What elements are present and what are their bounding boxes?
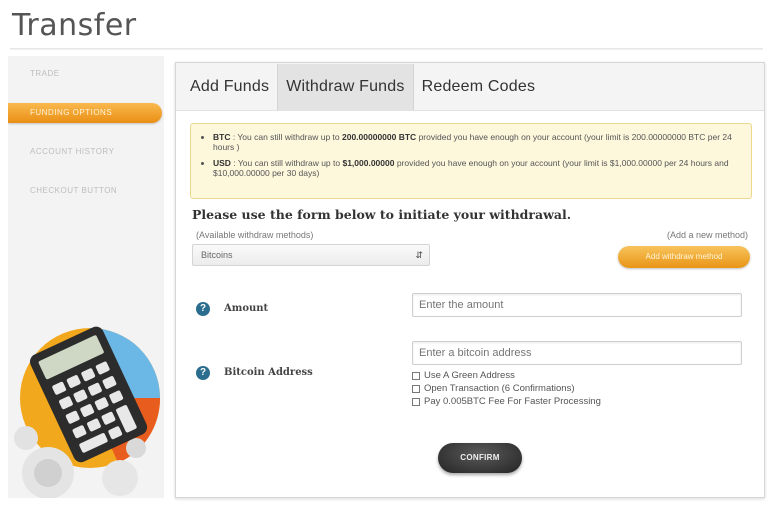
calculator-illustration [14,326,161,498]
select-arrows-icon: ⇵ [415,250,423,260]
amount-input[interactable] [412,293,742,317]
bitcoin-address-input[interactable] [412,341,742,365]
faster-processing-label: Pay 0.005BTC Fee For Faster Processing [424,396,601,407]
bitcoin-address-label: Bitcoin Address [224,367,313,378]
form-heading: Please use the form below to initiate yo… [192,207,572,222]
add-withdraw-method-button[interactable]: Add withdraw method [618,246,750,268]
title-divider [10,48,763,50]
tab-add-funds[interactable]: Add Funds [182,64,277,110]
open-transaction-label: Open Transaction (6 Confirmations) [424,383,575,394]
open-transaction-option[interactable]: Open Transaction (6 Confirmations) [412,383,574,394]
btc-limit-item: BTC : You can still withdraw up to 200.0… [213,132,741,152]
usd-limit-item: USD : You can still withdraw up to $1,00… [213,158,741,178]
sidebar-item-funding-options[interactable]: FUNDING OPTIONS [8,103,162,123]
tab-redeem-codes[interactable]: Redeem Codes [414,64,544,110]
method-select-value: Bitcoins [201,250,233,260]
tab-bar: Add Funds Withdraw Funds Redeem Codes [176,63,764,111]
withdraw-panel: Add Funds Withdraw Funds Redeem Codes BT… [175,62,765,498]
amount-help-icon[interactable]: ? [196,302,210,316]
page-title: Transfer [12,8,137,43]
faster-processing-checkbox[interactable] [412,397,420,406]
green-address-option[interactable]: Use A Green Address [412,370,515,381]
sidebar-item-checkout-button[interactable]: CHECKOUT BUTTON [8,181,164,201]
methods-label: (Available withdraw methods) [196,230,314,240]
sidebar: TRADE FUNDING OPTIONS ACCOUNT HISTORY CH… [8,56,164,498]
sidebar-item-account-history[interactable]: ACCOUNT HISTORY [8,142,164,162]
green-address-label: Use A Green Address [424,370,515,381]
withdraw-limit-notice: BTC : You can still withdraw up to 200.0… [190,123,752,199]
green-address-checkbox[interactable] [412,371,420,380]
add-method-link[interactable]: (Add a new method) [667,230,748,240]
address-help-icon[interactable]: ? [196,366,210,380]
confirm-button[interactable]: CONFIRM [438,443,522,473]
faster-processing-option[interactable]: Pay 0.005BTC Fee For Faster Processing [412,396,601,407]
sidebar-item-trade[interactable]: TRADE [8,64,164,84]
open-transaction-checkbox[interactable] [412,384,420,393]
tab-withdraw-funds[interactable]: Withdraw Funds [277,64,414,110]
withdraw-method-select[interactable]: Bitcoins ⇵ [192,244,430,266]
amount-label: Amount [224,303,269,314]
